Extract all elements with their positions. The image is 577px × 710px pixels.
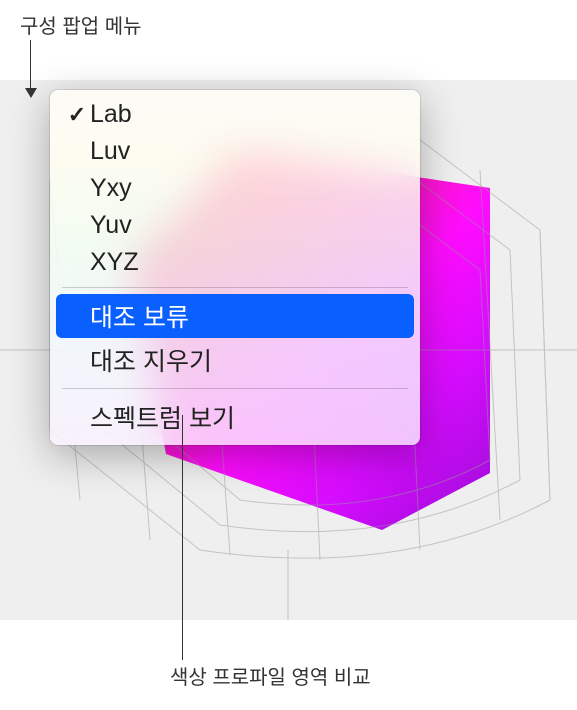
annotation-label-bottom: 색상 프로파일 영역 비교 [170, 661, 371, 690]
menu-item-label: Luv [90, 137, 406, 166]
annotation-leader-line [30, 40, 31, 90]
menu-item-show-spectrum[interactable]: 스펙트럼 보기 [50, 395, 420, 439]
menu-item-label: Yuv [90, 211, 406, 240]
menu-item-label: Lab [90, 100, 406, 129]
annotation-leader-line [182, 415, 183, 660]
menu-separator [62, 388, 408, 389]
annotation-label-top: 구성 팝업 메뉴 [20, 10, 142, 39]
annotation-arrow [25, 88, 37, 98]
checkmark-icon: ✓ [64, 102, 90, 128]
menu-item-xyz[interactable]: XYZ [50, 244, 420, 281]
menu-item-label: 스펙트럼 보기 [90, 399, 406, 435]
menu-item-clear-comparison[interactable]: 대조 지우기 [50, 338, 420, 382]
menu-item-lab[interactable]: ✓ Lab [50, 96, 420, 133]
menu-item-label: 대조 지우기 [90, 342, 406, 378]
menu-item-yuv[interactable]: Yuv [50, 207, 420, 244]
menu-item-label: XYZ [90, 248, 406, 277]
menu-item-yxy[interactable]: Yxy [50, 170, 420, 207]
menu-separator [62, 287, 408, 288]
configuration-popup-menu[interactable]: ✓ Lab Luv Yxy Yuv XYZ 대조 보류 대조 지우기 스펙트럼 … [50, 90, 420, 445]
menu-item-label: Yxy [90, 174, 406, 203]
menu-item-luv[interactable]: Luv [50, 133, 420, 170]
menu-item-label: 대조 보류 [90, 298, 406, 334]
menu-item-hold-for-comparison[interactable]: 대조 보류 [56, 294, 414, 338]
